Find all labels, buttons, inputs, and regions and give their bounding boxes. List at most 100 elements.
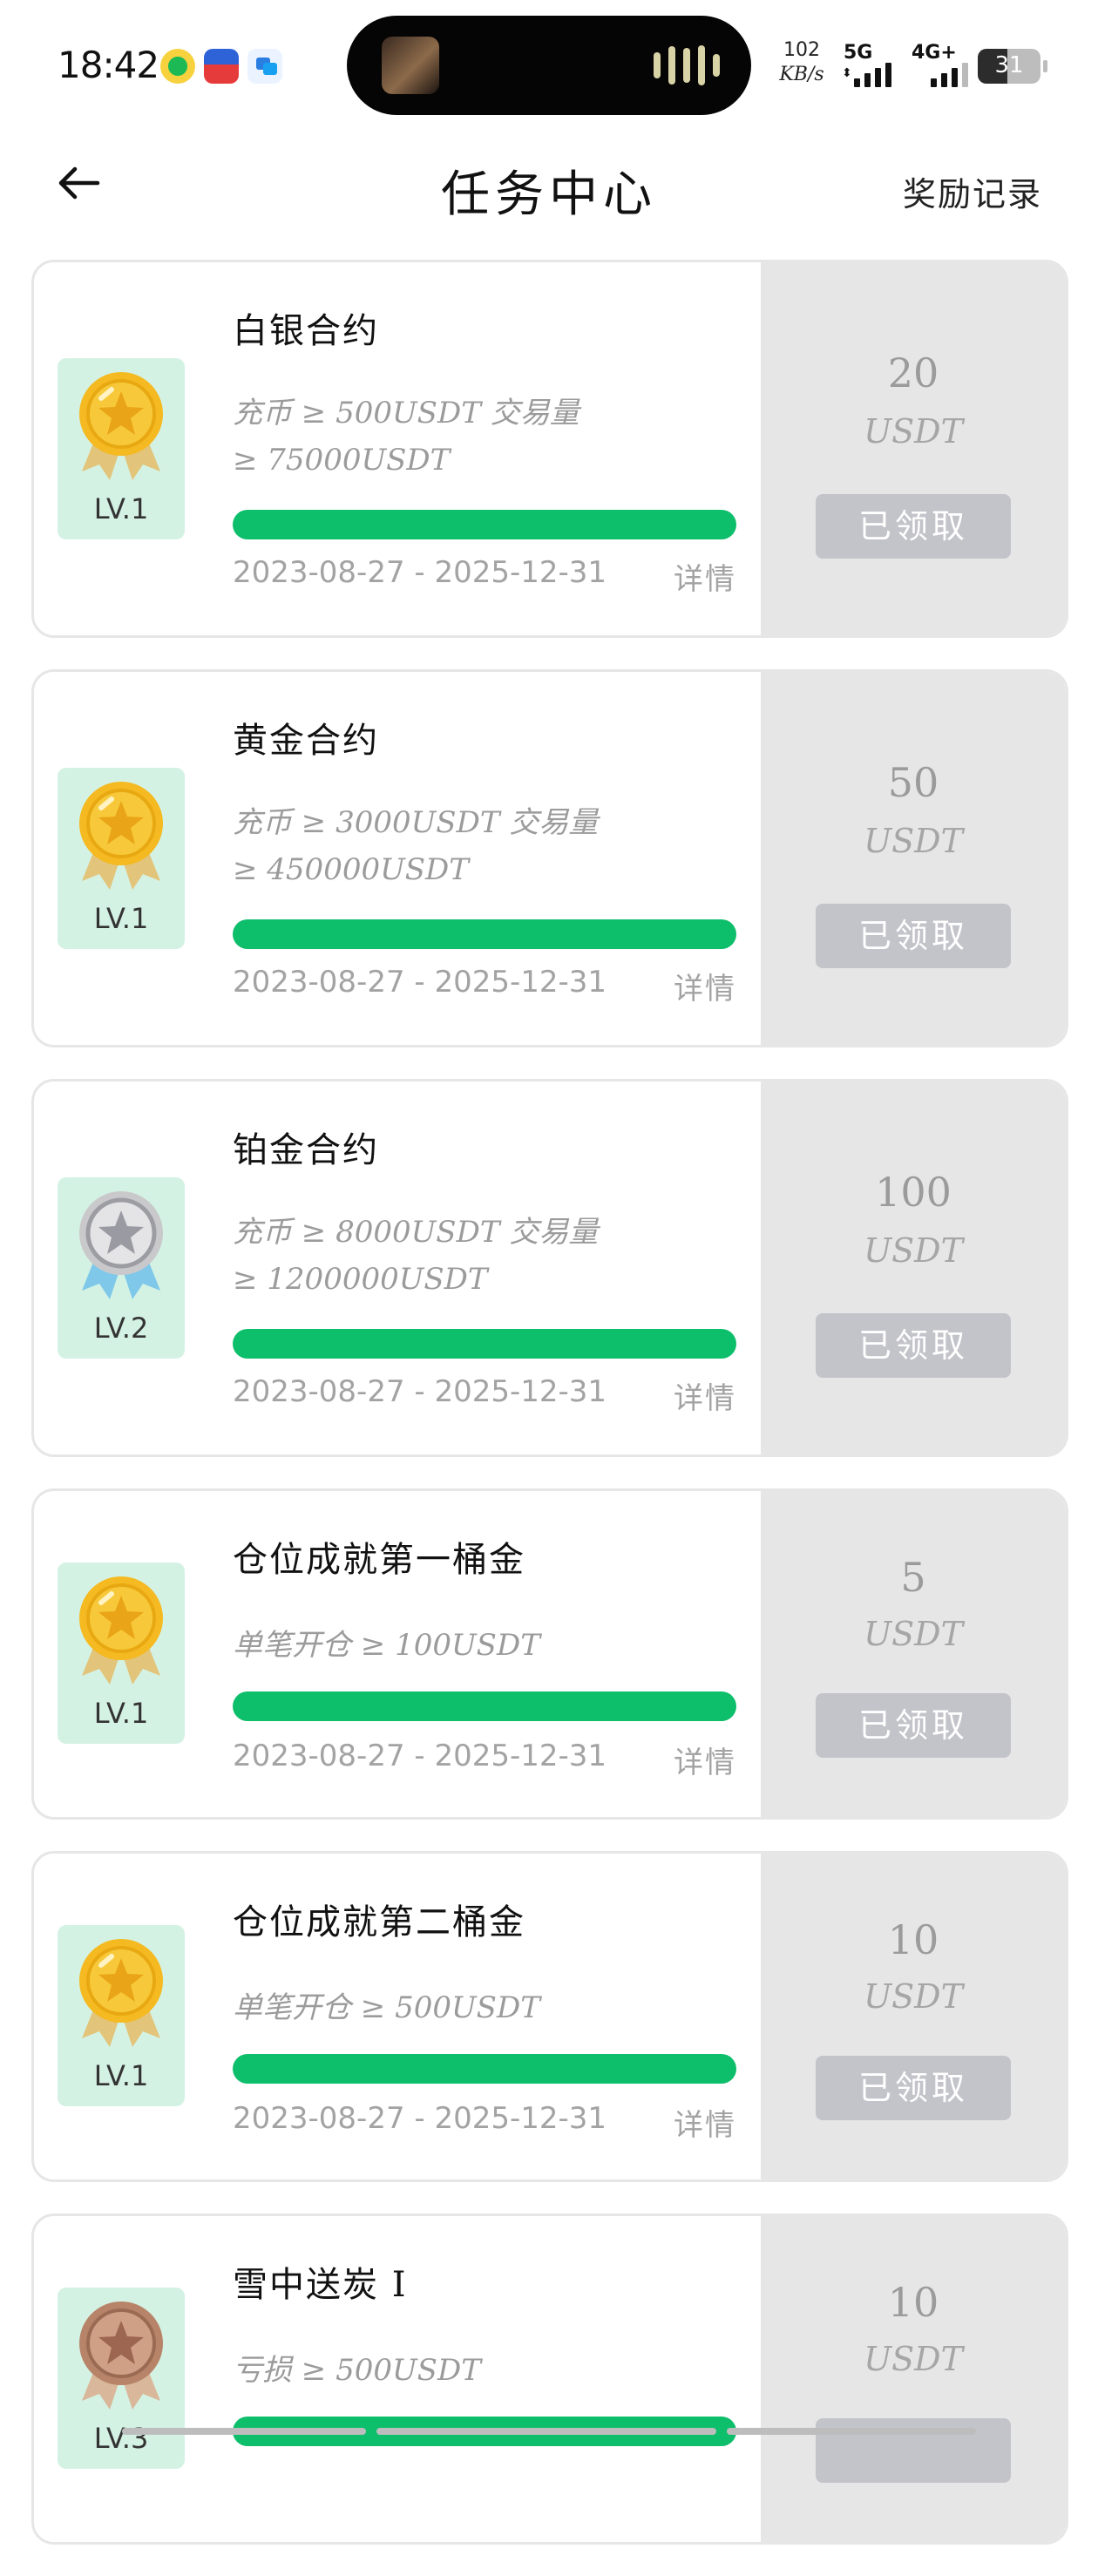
reward-unit: USDT (864, 412, 963, 451)
level-label: LV.1 (93, 492, 149, 525)
task-detail-link[interactable]: 详情 (674, 1739, 736, 1781)
task-title: 仓位成就第二桶金 (233, 1902, 525, 1942)
notification-icons (160, 49, 282, 84)
reward-unit: USDT (864, 1615, 963, 1653)
task-period: 2023-08-27 - 2025-12-31 (233, 1374, 607, 1409)
task-condition-line: 充币 ≥ 3000USDT 交易量 (233, 805, 599, 840)
task-condition-line: 充币 ≥ 8000USDT 交易量 (233, 1215, 599, 1250)
task-card[interactable]: LV.3 雪中送炭 I 亏损 ≥ 500USDT 10 USDT (31, 2213, 1068, 2545)
level-badge: LV.1 (58, 358, 185, 539)
task-condition-line: ≥ 450000USDT (233, 852, 469, 887)
status-time: 18:42 (58, 44, 159, 86)
task-condition-line: 单笔开仓 ≥ 100USDT (233, 1628, 540, 1663)
gold-medal-icon (79, 782, 163, 890)
task-detail-link[interactable]: 详情 (674, 1374, 736, 1417)
task-info: 雪中送炭 I 亏损 ≥ 500USDT (217, 2216, 757, 2542)
task-info: 仓位成就第二桶金 单笔开仓 ≥ 500USDT 2023-08-27 - 202… (217, 1854, 757, 2179)
task-info: 铂金合约 充币 ≥ 8000USDT 交易量 ≥ 1200000USDT 202… (217, 1081, 757, 1454)
reward-records-link[interactable]: 奖励记录 (903, 167, 1042, 215)
task-condition: 单笔开仓 ≥ 500USDT (233, 1984, 756, 2031)
task-detail-link[interactable]: 详情 (674, 965, 736, 1007)
reward-unit: USDT (864, 1977, 963, 2016)
task-condition: 单笔开仓 ≥ 100USDT (233, 1622, 756, 1669)
reward-panel: 5 USDT 已领取 (761, 1491, 1066, 1817)
status-bar: 18:42 102 KB/s 5G ⬍ 4G+ 31 (0, 0, 1098, 131)
level-badge: LV.2 (58, 1177, 185, 1359)
task-period: 2023-08-27 - 2025-12-31 (233, 1739, 607, 1773)
task-condition: 亏损 ≥ 500USDT (233, 2347, 756, 2394)
reward-panel: 100 USDT 已领取 (761, 1081, 1066, 1454)
claimed-button[interactable]: 已领取 (816, 1693, 1011, 1758)
task-progress-bar (233, 1329, 736, 1359)
claimed-button[interactable]: 已领取 (816, 904, 1011, 968)
task-period: 2023-08-27 - 2025-12-31 (233, 555, 607, 590)
reward-amount: 10 (887, 1916, 939, 1963)
task-info: 黄金合约 充币 ≥ 3000USDT 交易量 ≥ 450000USDT 2023… (217, 672, 757, 1045)
task-title: 仓位成就第一桶金 (233, 1540, 525, 1580)
task-detail-link[interactable]: 详情 (674, 555, 736, 598)
task-card[interactable]: LV.1 仓位成就第一桶金 单笔开仓 ≥ 100USDT 2023-08-27 … (31, 1488, 1068, 1820)
task-card[interactable]: LV.1 黄金合约 充币 ≥ 3000USDT 交易量 ≥ 450000USDT… (31, 669, 1068, 1047)
task-card[interactable]: LV.1 白银合约 充币 ≥ 500USDT 交易量 ≥ 75000USDT 2… (31, 260, 1068, 638)
claimed-button[interactable]: 已领取 (816, 2056, 1011, 2120)
reward-unit: USDT (864, 2340, 963, 2378)
audio-wave-icon (654, 45, 720, 85)
claimed-button[interactable]: 已领取 (816, 1313, 1011, 1378)
message-app-icon (247, 49, 282, 84)
task-info: 白银合约 充币 ≥ 500USDT 交易量 ≥ 75000USDT 2023-0… (217, 262, 757, 635)
task-condition-line: ≥ 1200000USDT (233, 1262, 488, 1297)
task-condition-line: 亏损 ≥ 500USDT (233, 2353, 481, 2388)
reward-amount: 5 (900, 1554, 926, 1601)
task-progress-bar (233, 2054, 736, 2084)
battery-icon: 31 (978, 49, 1047, 84)
task-info: 仓位成就第一桶金 单笔开仓 ≥ 100USDT 2023-08-27 - 202… (217, 1491, 757, 1817)
reward-panel: 10 USDT (761, 2216, 1066, 2542)
task-card[interactable]: LV.2 铂金合约 充币 ≥ 8000USDT 交易量 ≥ 1200000USD… (31, 1079, 1068, 1457)
task-condition: 充币 ≥ 500USDT 交易量 ≥ 75000USDT (233, 390, 756, 484)
task-list: LV.1 白银合约 充币 ≥ 500USDT 交易量 ≥ 75000USDT 2… (31, 260, 1068, 2576)
task-condition-line: 单笔开仓 ≥ 500USDT (233, 1990, 540, 2025)
task-period: 2023-08-27 - 2025-12-31 (233, 2101, 607, 2136)
silver-medal-icon (79, 1191, 163, 1299)
page-header: 任务中心 奖励记录 (0, 131, 1098, 235)
task-progress-bar (233, 919, 736, 949)
gold-medal-icon (79, 1576, 163, 1685)
reward-panel: 50 USDT 已领取 (761, 672, 1066, 1045)
level-badge: LV.1 (58, 1925, 185, 2106)
data-arrows-icon: ⬍ (842, 66, 852, 80)
reward-amount: 10 (887, 2279, 939, 2326)
reward-amount: 100 (875, 1169, 952, 1216)
level-badge: LV.3 (58, 2288, 185, 2469)
task-detail-link[interactable]: 详情 (674, 2101, 736, 2144)
level-label: LV.1 (93, 902, 149, 935)
level-badge: LV.1 (58, 768, 185, 949)
reward-unit: USDT (864, 1231, 963, 1270)
task-progress-bar (233, 1691, 736, 1721)
claimed-button[interactable]: 已领取 (816, 494, 1011, 559)
task-condition-line: 充币 ≥ 500USDT 交易量 (233, 396, 580, 430)
reward-amount: 50 (887, 759, 939, 806)
gold-medal-icon (79, 1939, 163, 2047)
reward-panel: 10 USDT 已领取 (761, 1854, 1066, 2179)
task-condition: 充币 ≥ 8000USDT 交易量 ≥ 1200000USDT (233, 1209, 756, 1303)
network-speed: 102 KB/s (779, 38, 824, 87)
level-badge: LV.1 (58, 1563, 185, 1744)
task-progress-bar (233, 510, 736, 539)
gold-medal-icon (79, 372, 163, 480)
reward-panel: 20 USDT 已领取 (761, 262, 1066, 635)
level-label: LV.3 (93, 2422, 149, 2455)
battery-level: 31 (994, 52, 1024, 78)
task-card[interactable]: LV.1 仓位成就第二桶金 单笔开仓 ≥ 500USDT 2023-08-27 … (31, 1851, 1068, 2182)
home-indicator[interactable] (122, 2428, 976, 2435)
level-label: LV.1 (93, 1697, 149, 1730)
level-label: LV.1 (93, 2059, 149, 2092)
signal-4g-label: 4G+ (912, 42, 957, 64)
network-speed-value: 102 (783, 39, 820, 61)
reward-unit: USDT (864, 822, 963, 860)
dynamic-island[interactable] (347, 16, 751, 115)
task-period: 2023-08-27 - 2025-12-31 (233, 965, 607, 1000)
network-speed-unit: KB/s (779, 64, 824, 85)
task-condition-line: ≥ 75000USDT (233, 443, 451, 478)
bronze-medal-icon (79, 2301, 163, 2410)
signal-5g-label: 5G (844, 42, 873, 64)
